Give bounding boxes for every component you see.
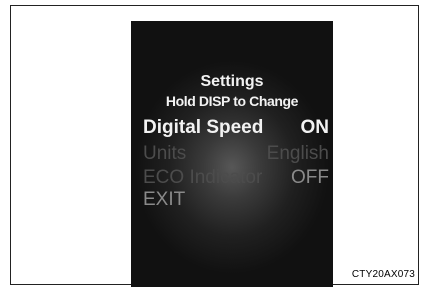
menu-item-units[interactable]: Units English [143, 143, 329, 165]
menu-item-exit[interactable]: EXIT [143, 189, 329, 211]
menu-item-digital-speed[interactable]: Digital Speed ON [143, 117, 329, 139]
menu-item-eco-indicator[interactable]: ECO Indicator OFF [143, 167, 329, 189]
menu-item-value: English [266, 143, 329, 164]
figure-frame: Settings Hold DISP to Change Digital Spe… [10, 5, 419, 287]
menu-item-label: Digital Speed [143, 117, 264, 138]
settings-title: Settings [200, 73, 264, 90]
menu-item-value: ON [300, 117, 330, 138]
menu-item-label: Units [143, 143, 187, 164]
menu-item-label: EXIT [143, 189, 186, 210]
menu-item-value: OFF [291, 167, 329, 188]
settings-display: Settings Hold DISP to Change Digital Spe… [131, 21, 333, 287]
settings-subtitle: Hold DISP to Change [165, 93, 299, 109]
menu-item-label: ECO Indicator [143, 167, 263, 188]
figure-caption: CTY20AX073 [351, 269, 415, 280]
